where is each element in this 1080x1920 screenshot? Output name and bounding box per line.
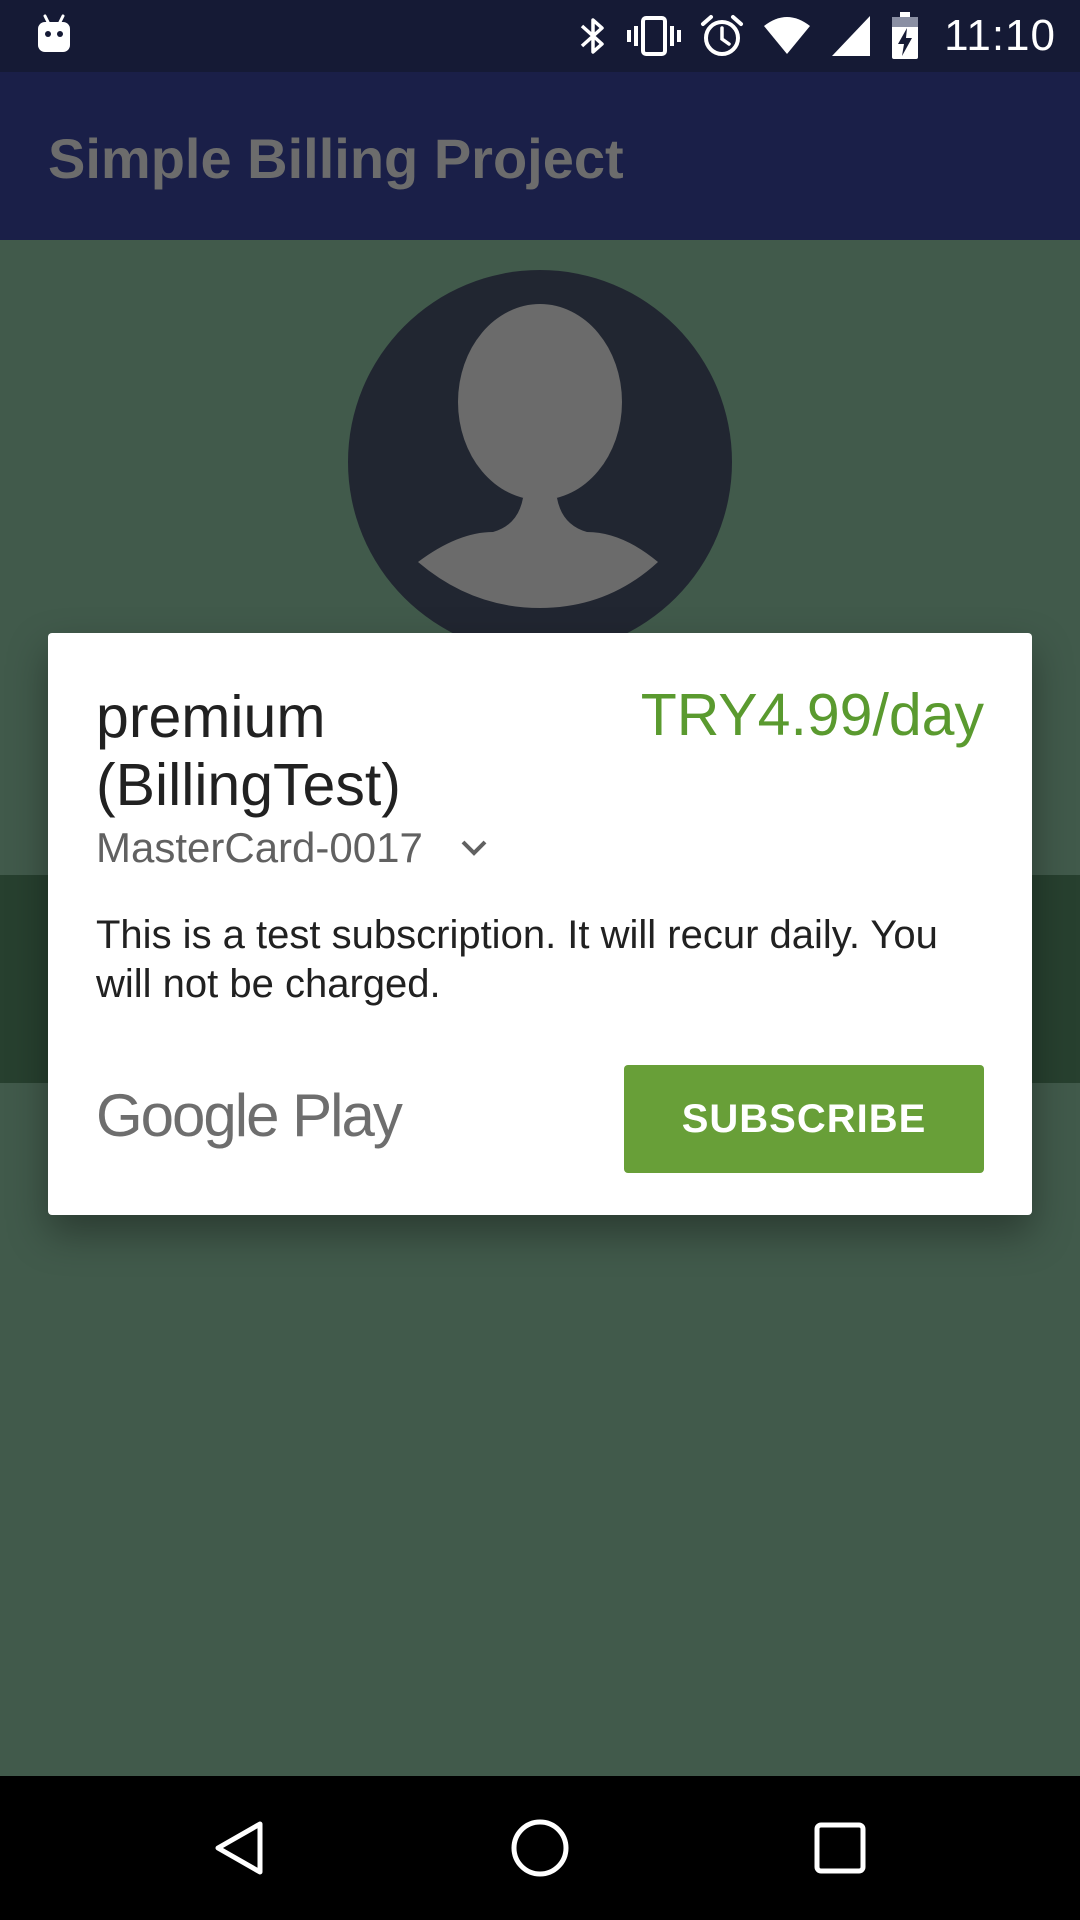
subscription-description: This is a test subscription. It will rec… <box>96 913 938 1006</box>
recents-icon <box>814 1822 866 1874</box>
battery-charging-icon <box>892 12 919 59</box>
subscribe-button[interactable]: SUBSCRIBE <box>624 1065 984 1173</box>
android-debug-icon <box>38 14 70 52</box>
person-silhouette-icon <box>418 304 658 608</box>
home-button[interactable] <box>500 1808 580 1888</box>
cell-signal-icon <box>832 16 871 56</box>
wifi-icon <box>764 17 811 54</box>
navigation-bar <box>0 1776 1080 1920</box>
payment-method-label: MasterCard-0017 <box>96 824 423 871</box>
avatar <box>348 270 732 654</box>
back-icon <box>215 1821 263 1875</box>
bluetooth-icon <box>580 18 604 54</box>
back-button[interactable] <box>200 1808 280 1888</box>
app-bar: Simple Billing Project <box>0 72 1080 240</box>
payment-method-selector[interactable]: MasterCard-0017 <box>96 823 489 873</box>
status-time: 11:10 <box>944 11 1056 60</box>
google-play-logo: Google Play <box>96 1082 403 1149</box>
status-bar: 11:10 <box>0 0 1080 72</box>
status-icons: 11:10 <box>578 0 1056 72</box>
vibrate-icon <box>627 16 682 56</box>
alarm-icon <box>701 15 744 56</box>
purchase-dialog: premium (BillingTest) TRY4.99/day Master… <box>48 633 1032 1215</box>
recents-button[interactable] <box>800 1808 880 1888</box>
app-title: Simple Billing Project <box>48 127 624 190</box>
product-price: TRY4.99/day <box>640 682 984 748</box>
chevron-down-icon <box>461 840 487 856</box>
product-name: premium (BillingTest) <box>96 684 401 818</box>
home-icon <box>511 1819 569 1877</box>
